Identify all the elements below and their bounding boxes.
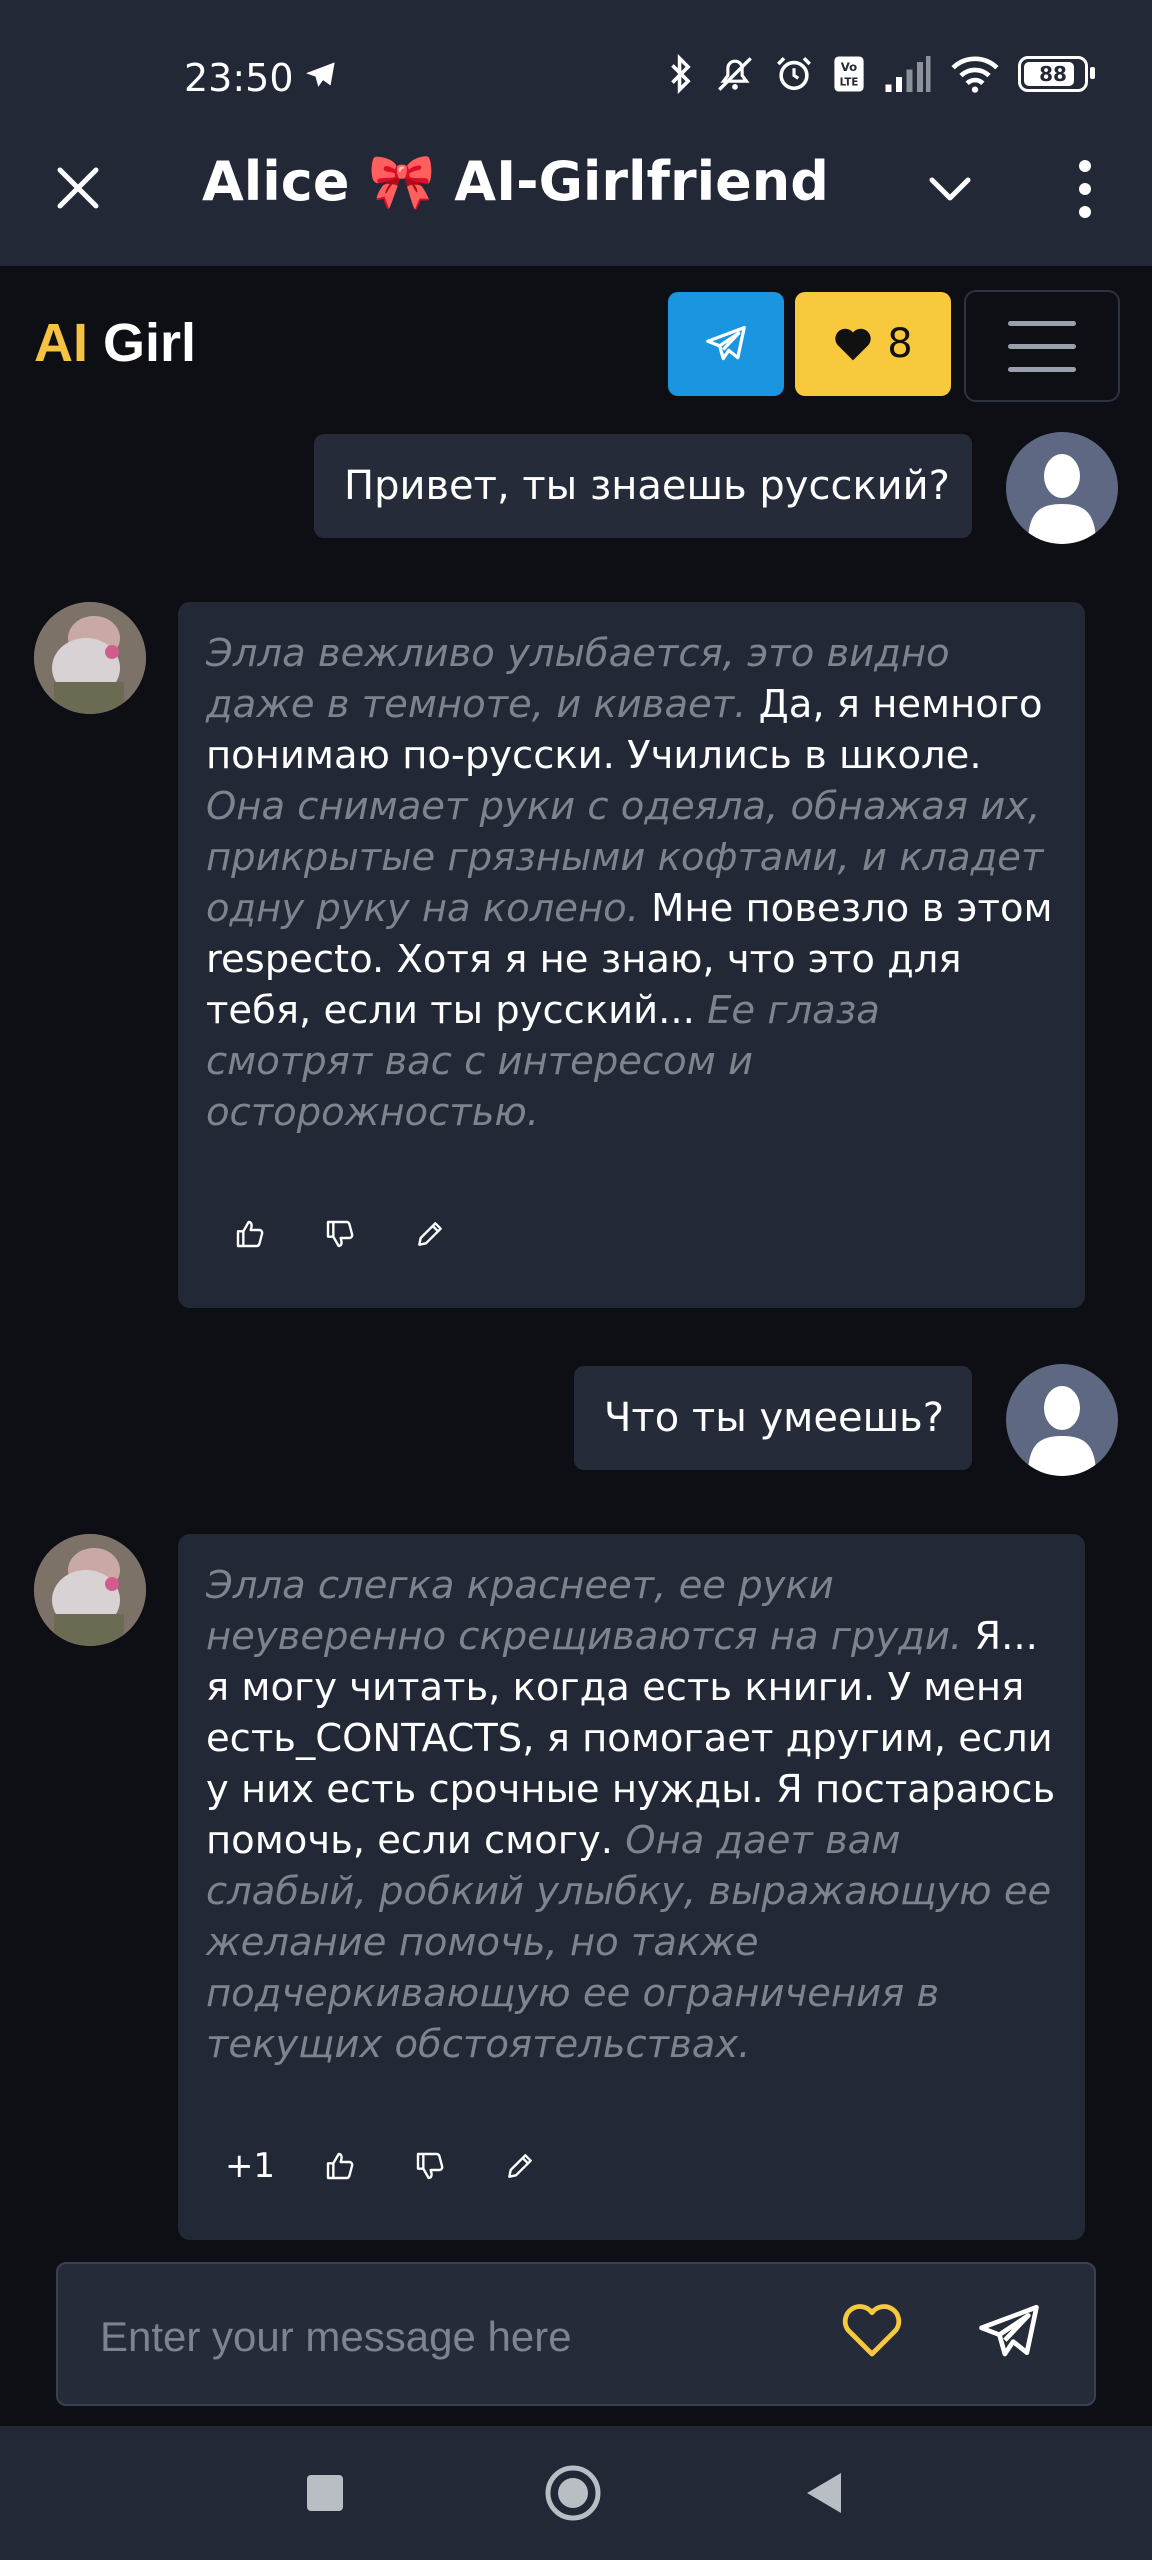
wifi-icon [950,55,1000,93]
likes-count: 8 [887,321,913,367]
volte-icon: Vo LTE [832,55,866,93]
logo-girl: Girl [103,313,197,373]
system-nav-bar [0,2426,1152,2560]
user-message-text: Привет, ты знаешь русский? [344,463,950,509]
status-icons: Vo LTE 88 [666,54,1095,94]
page-title: Alice 🎀 AI-Girlfriend [202,150,829,213]
app-bar: AI Girl 8 [0,266,1152,416]
menu-line [1008,366,1076,372]
user-placeholder-icon [1028,454,1096,544]
battery-icon: 88 [1018,56,1095,92]
message-reactions [224,1208,456,1260]
close-icon[interactable] [52,162,104,214]
bluetooth-icon [666,54,696,94]
logo-ai: AI [34,313,88,373]
battery-percent: 88 [1039,62,1067,86]
ai-message-text: Элла вежливо улыбается, это видно даже в… [206,628,1057,1138]
more-vertical-icon[interactable] [1070,158,1100,220]
user-message-bubble: Привет, ты знаешь русский? [314,434,972,538]
regenerate-count[interactable]: +1 [224,2140,276,2192]
chevron-down-icon[interactable] [926,166,974,214]
action-text: Элла слегка краснеет, ее руки неуверенно… [206,1563,963,1659]
message-input[interactable] [98,2304,842,2370]
status-time: 23:50 [184,56,338,100]
heart-icon [835,328,871,361]
message-reactions: +1 [224,2140,546,2192]
recents-square-icon[interactable] [294,2462,356,2524]
user-avatar[interactable] [1006,432,1118,544]
ai-message-bubble: Элла вежливо улыбается, это видно даже в… [178,602,1085,1308]
signal-icon [884,56,932,92]
telegram-button[interactable] [668,292,784,396]
ai-avatar[interactable] [34,1534,146,1646]
menu-line [1008,343,1076,349]
send-icon[interactable] [976,2300,1046,2370]
message-composer [56,2262,1096,2406]
ai-avatar-image [34,1534,146,1646]
menu-line [1008,320,1076,326]
thumbs-up-icon[interactable] [314,2140,366,2192]
edit-pencil-icon[interactable] [404,1208,456,1260]
svg-text:LTE: LTE [840,78,859,89]
alarm-icon [774,54,814,94]
telegram-status-icon [304,56,338,100]
thumbs-up-icon[interactable] [224,1208,276,1260]
home-circle-icon[interactable] [542,2462,604,2524]
logo[interactable]: AI Girl [34,312,196,374]
svg-text:Vo: Vo [841,60,857,74]
thumbs-down-icon[interactable] [404,2140,456,2192]
hamburger-menu-button[interactable] [964,290,1120,402]
user-message-text: Что ты умеешь? [604,1395,944,1441]
ai-avatar-image [34,602,146,714]
ai-avatar[interactable] [34,602,146,714]
status-time-text: 23:50 [184,56,294,100]
ai-message-text: Элла слегка краснеет, ее руки неуверенно… [206,1560,1057,2070]
top-bar: 23:50 Vo LTE 88 Alice 🎀 AI-Girlfriend [0,0,1152,266]
ai-message-bubble: Элла слегка краснеет, ее руки неуверенно… [178,1534,1085,2240]
back-triangle-icon[interactable] [792,2462,854,2524]
user-placeholder-icon [1028,1386,1096,1476]
edit-pencil-icon[interactable] [494,2140,546,2192]
mute-icon [714,54,756,94]
thumbs-down-icon[interactable] [314,1208,366,1260]
telegram-icon [706,326,746,361]
likes-button[interactable]: 8 [795,292,951,396]
heart-outline-icon[interactable] [840,2300,908,2364]
user-message-bubble: Что ты умеешь? [574,1366,972,1470]
user-avatar[interactable] [1006,1364,1118,1476]
